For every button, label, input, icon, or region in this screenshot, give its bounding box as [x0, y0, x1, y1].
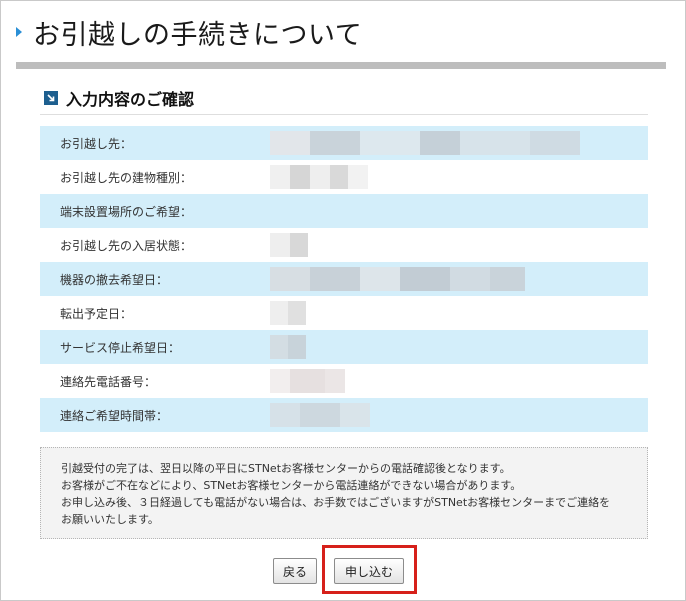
- form-row-moveout-date: 転出予定日：: [40, 296, 648, 330]
- form-row-occupancy: お引越し先の入居状態：: [40, 228, 648, 262]
- notice-line: お客様がご不在などにより、STNetお客様センターから電話連絡ができない場合があ…: [61, 479, 522, 492]
- back-button[interactable]: 戻る: [273, 558, 317, 584]
- title-arrow-icon: [16, 27, 22, 37]
- row-label: お引越し先の建物種別：: [60, 170, 193, 185]
- apply-button-highlight: [322, 545, 417, 594]
- redacted-value: [270, 403, 370, 427]
- redacted-value: [270, 335, 306, 359]
- notice-line: お願いいたします。: [61, 513, 159, 526]
- row-label: お引越し先の入居状態：: [60, 238, 193, 253]
- row-label: サービス停止希望日：: [60, 340, 181, 355]
- notice-line: お申し込み後、３日経過しても電話がない場合は、お手数ではございますがSTNetお…: [61, 496, 611, 509]
- redacted-value: [270, 165, 368, 189]
- form-row-phone: 連絡先電話番号：: [40, 364, 648, 398]
- section-divider: [40, 114, 648, 115]
- row-label: 機器の撤去希望日：: [60, 272, 169, 287]
- redacted-value: [270, 233, 308, 257]
- row-label: 転出予定日：: [60, 306, 133, 321]
- form-row-building-type: お引越し先の建物種別：: [40, 160, 648, 194]
- form-row-contact-time: 連絡ご希望時間帯：: [40, 398, 648, 432]
- redacted-value: [270, 301, 306, 325]
- row-label: お引越し先：: [60, 136, 133, 151]
- page-header: お引越しの手続きについて: [16, 10, 362, 54]
- form-row-service-stop-date: サービス停止希望日：: [40, 330, 648, 364]
- confirmation-table: お引越し先： お引越し先の建物種別： 端末設置場所のご希望： お引越し先の入居状…: [40, 126, 648, 432]
- row-label: 連絡先電話番号：: [60, 374, 157, 389]
- section-title: 入力内容のご確認: [66, 90, 195, 109]
- header-divider: [16, 62, 666, 69]
- form-row-removal-date: 機器の撤去希望日：: [40, 262, 648, 296]
- redacted-value: [270, 369, 345, 393]
- arrow-box-icon: [44, 91, 58, 105]
- page-title: お引越しの手続きについて: [33, 19, 363, 51]
- redacted-value: [270, 131, 580, 155]
- row-label: 連絡ご希望時間帯：: [60, 408, 169, 423]
- notice-box: 引越受付の完了は、翌日以降の平日にSTNetお客様センターからの電話確認後となり…: [40, 447, 648, 539]
- notice-line: 引越受付の完了は、翌日以降の平日にSTNetお客様センターからの電話確認後となり…: [61, 462, 511, 475]
- form-row-install-location: 端末設置場所のご希望：: [40, 194, 648, 228]
- form-row-destination: お引越し先：: [40, 126, 648, 160]
- row-label: 端末設置場所のご希望：: [60, 204, 193, 219]
- redacted-value: [270, 267, 525, 291]
- section-header: 入力内容のご確認: [44, 86, 194, 110]
